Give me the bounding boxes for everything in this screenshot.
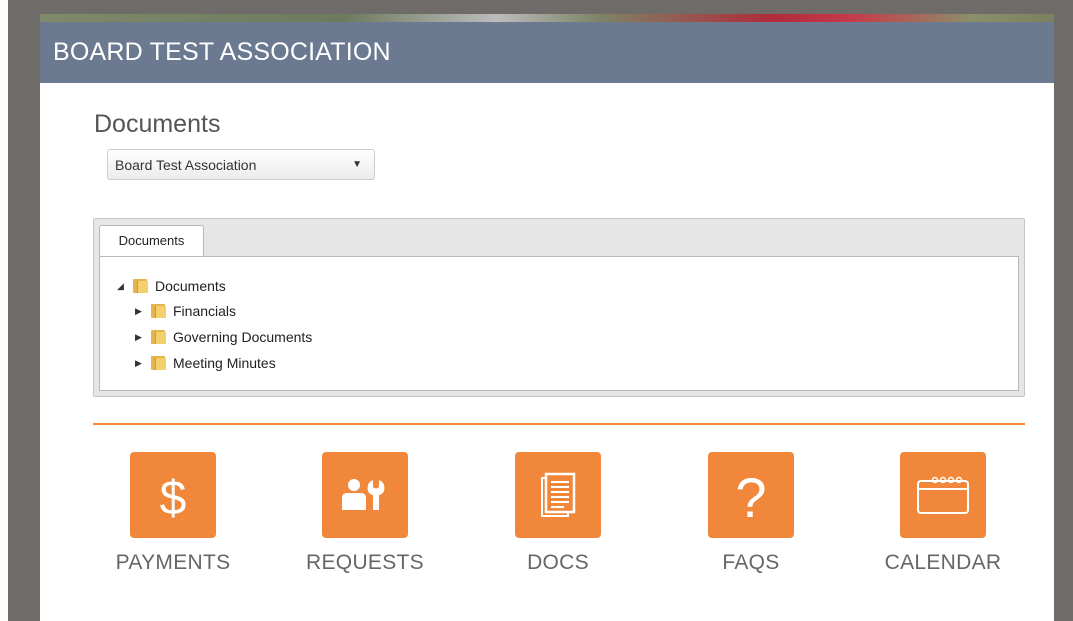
document-tree: ◢ Documents ▶ Financials ▶ Governing Doc… xyxy=(99,256,1019,391)
page-title: Documents xyxy=(94,110,221,138)
tile-label[interactable]: DOCS xyxy=(473,551,643,575)
folder-icon xyxy=(151,304,167,318)
quick-links: $ PAYMENTS REQUESTS DOCS ? FAQS CALENDAR xyxy=(93,452,1025,582)
tree-node-meeting-minutes[interactable]: ▶ Meeting Minutes xyxy=(135,355,276,371)
site-header: BOARD TEST ASSOCIATION xyxy=(40,22,1054,83)
dropdown-arrow-icon: ▼ xyxy=(352,159,362,170)
folder-icon xyxy=(151,356,167,370)
tree-node-label: Meeting Minutes xyxy=(173,355,276,371)
tree-node-governing-documents[interactable]: ▶ Governing Documents xyxy=(135,329,312,345)
tree-node-label: Financials xyxy=(173,303,237,319)
tree-node-financials[interactable]: ▶ Financials xyxy=(135,303,236,319)
folder-icon xyxy=(133,279,149,293)
maintenance-request-icon[interactable] xyxy=(322,452,408,538)
document-icon[interactable] xyxy=(515,452,601,538)
dollar-icon[interactable]: $ xyxy=(130,452,216,538)
svg-text:$: $ xyxy=(160,472,187,521)
tree-node-label: Governing Documents xyxy=(173,329,313,345)
expand-arrow-icon[interactable]: ▶ xyxy=(135,332,147,343)
tile-label[interactable]: REQUESTS xyxy=(280,551,450,575)
documents-tab-panel: Documents ◢ Documents ▶ Financials ▶ Gov… xyxy=(93,218,1025,397)
tree-node-documents[interactable]: ◢ Documents xyxy=(117,278,226,294)
tree-node-label: Documents xyxy=(155,278,226,294)
tile-label[interactable]: CALENDAR xyxy=(858,551,1028,575)
tab-documents[interactable]: Documents xyxy=(99,225,204,257)
tile-label[interactable]: PAYMENTS xyxy=(88,551,258,575)
background-image-strip xyxy=(40,14,1054,22)
section-divider xyxy=(93,423,1025,425)
tile-docs[interactable]: DOCS xyxy=(473,452,643,575)
tile-calendar[interactable]: CALENDAR xyxy=(858,452,1028,575)
association-select[interactable]: Board Test Association ▼ xyxy=(107,149,375,180)
question-icon[interactable]: ? xyxy=(708,452,794,538)
calendar-icon[interactable] xyxy=(900,452,986,538)
left-edge xyxy=(0,0,8,621)
tile-label[interactable]: FAQS xyxy=(666,551,836,575)
collapse-arrow-icon[interactable]: ◢ xyxy=(117,281,129,292)
expand-arrow-icon[interactable]: ▶ xyxy=(135,358,147,369)
page-container: BOARD TEST ASSOCIATION Documents Board T… xyxy=(40,22,1054,621)
tile-faqs[interactable]: ? FAQS xyxy=(666,452,836,575)
folder-icon xyxy=(151,330,167,344)
svg-text:?: ? xyxy=(735,467,766,523)
expand-arrow-icon[interactable]: ▶ xyxy=(135,306,147,317)
site-title: BOARD TEST ASSOCIATION xyxy=(53,38,391,66)
association-select-value: Board Test Association xyxy=(115,156,257,173)
tile-requests[interactable]: REQUESTS xyxy=(280,452,450,575)
tile-payments[interactable]: $ PAYMENTS xyxy=(88,452,258,575)
